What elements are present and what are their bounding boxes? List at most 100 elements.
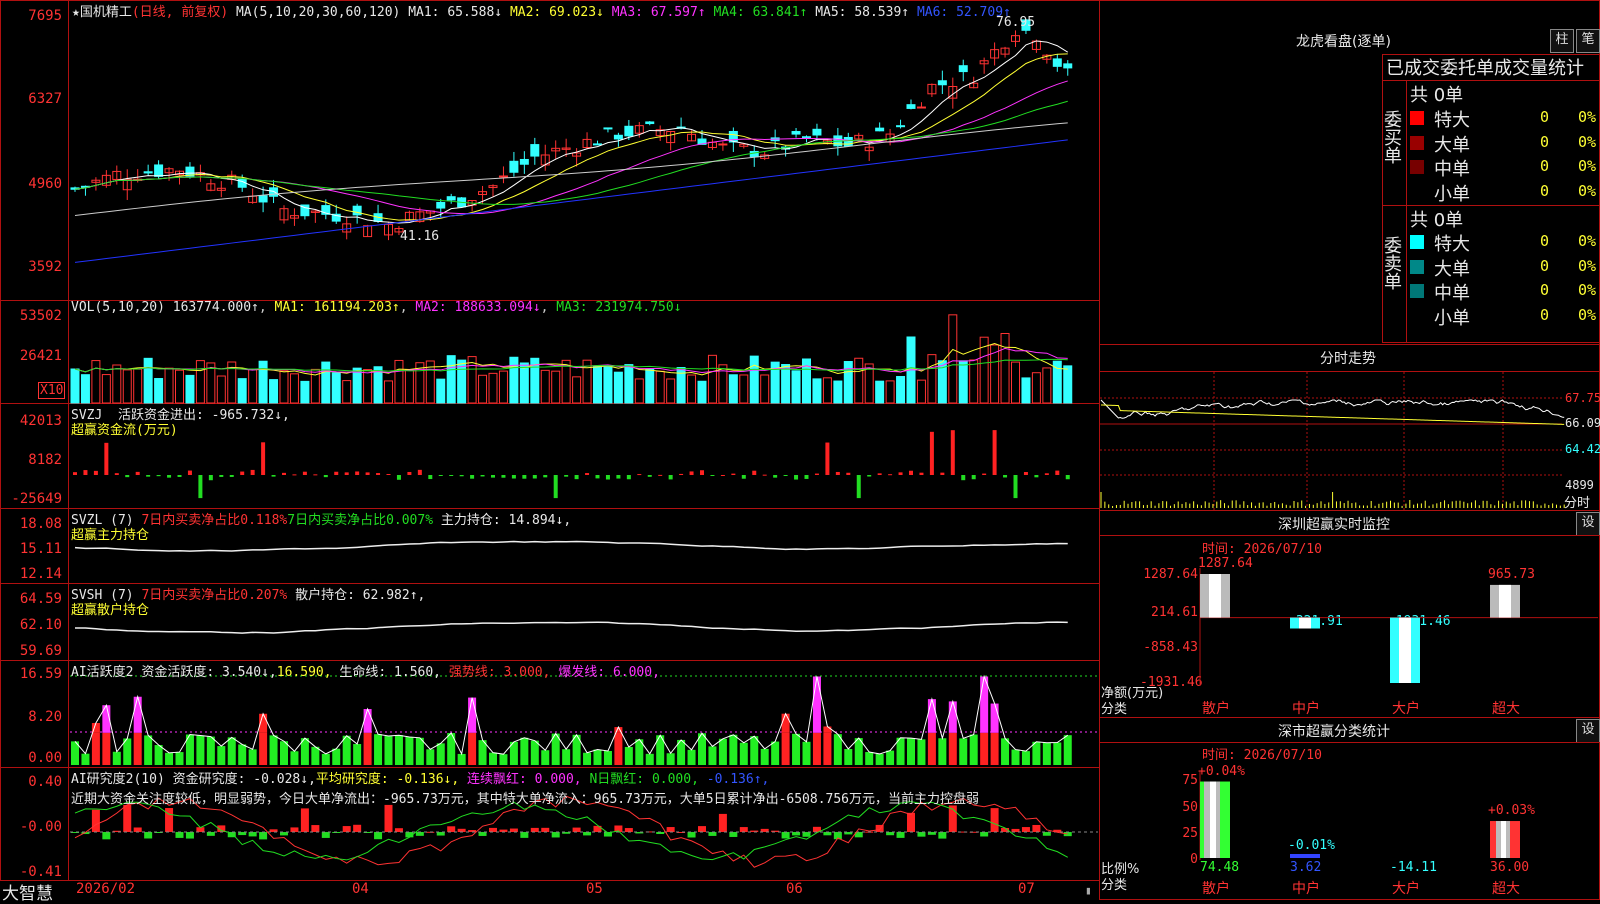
bar-mode-button[interactable]: 柱 bbox=[1550, 29, 1574, 53]
ai1-bar bbox=[196, 735, 205, 765]
volume-bar bbox=[112, 364, 122, 404]
volume-bar bbox=[394, 359, 404, 404]
sell-row-val-1: 0 bbox=[1540, 256, 1550, 275]
svzj-bar bbox=[794, 475, 799, 480]
xaxis-label-1: 2026/02 bbox=[76, 881, 136, 897]
sc-title: 深市超赢分类统计 bbox=[1278, 724, 1390, 740]
candle-body bbox=[645, 121, 655, 125]
ma-line-120 bbox=[74, 139, 1068, 263]
vol-label: VOL(5,10,20) bbox=[71, 300, 165, 315]
svzl-ytick-2: 15.11 bbox=[19, 541, 62, 557]
volume-bar bbox=[760, 374, 770, 404]
sz-cat-label-0: 散户 bbox=[1202, 701, 1230, 717]
ai2-bar bbox=[551, 832, 560, 838]
svzj-bar bbox=[135, 471, 140, 475]
svzj-bar bbox=[679, 473, 684, 475]
svsh-line bbox=[74, 621, 1068, 634]
svzj-bar bbox=[762, 474, 767, 476]
ai2-bar bbox=[447, 826, 456, 832]
ai1-t3: 生命线: 1.560, bbox=[339, 665, 442, 680]
svzj-bar bbox=[407, 471, 412, 475]
ai1-bar bbox=[718, 738, 727, 765]
volume-bar bbox=[342, 380, 352, 404]
svzj-bar bbox=[1003, 475, 1008, 478]
ai1-bar bbox=[708, 746, 717, 765]
svzj-bar bbox=[877, 473, 882, 475]
sc-top-label-3: +0.03% bbox=[1488, 803, 1535, 819]
stock-name[interactable]: 国机精工 bbox=[80, 5, 132, 20]
volume-bar bbox=[133, 368, 143, 404]
svzj-bar bbox=[522, 475, 527, 479]
svzj-bar bbox=[501, 475, 506, 478]
svzj-bar bbox=[961, 475, 966, 481]
volume-bar bbox=[248, 368, 258, 404]
svzj-bar bbox=[73, 472, 77, 475]
ai2-bar bbox=[896, 832, 905, 838]
volume-bar bbox=[603, 365, 613, 404]
ai2-bar bbox=[248, 832, 257, 837]
volume-bar bbox=[969, 359, 979, 404]
svzj-bar bbox=[626, 475, 631, 480]
svzj-ytick-1: 42013 bbox=[19, 413, 62, 429]
candle-body bbox=[843, 136, 853, 147]
ai1-t2: 16.590, bbox=[276, 665, 332, 680]
lock-icon[interactable]: ▮ bbox=[1085, 884, 1092, 897]
vol-ma3: MA3: 231974.750↓ bbox=[556, 300, 682, 315]
ai1-bar bbox=[760, 748, 769, 765]
candle-body bbox=[593, 143, 602, 146]
svzj-bar bbox=[909, 470, 913, 475]
svzj-bar bbox=[240, 471, 245, 475]
svzj-bar bbox=[177, 475, 182, 477]
sz-top-line bbox=[1099, 510, 1600, 511]
svzj-bar bbox=[282, 472, 286, 475]
buy-row-name-1: 大单 bbox=[1434, 134, 1470, 156]
volume-bar bbox=[498, 370, 508, 404]
sell-row-swatch-3 bbox=[1410, 308, 1424, 323]
sz-settings-button[interactable]: 设 bbox=[1576, 512, 1600, 536]
candle-body bbox=[812, 128, 822, 136]
sell-row-name-2: 中单 bbox=[1434, 283, 1470, 304]
ai2-bar bbox=[102, 832, 111, 840]
svzj-bar bbox=[334, 471, 339, 475]
fs-title: 分时走势 bbox=[1320, 351, 1376, 367]
volume-bar bbox=[352, 367, 362, 404]
sc-ylabel-2: 分类 bbox=[1101, 878, 1128, 893]
svzj-bar bbox=[355, 471, 360, 475]
ai1-bar bbox=[259, 732, 268, 765]
sz-value-label-3: 965.73 bbox=[1488, 566, 1535, 582]
buy-row-pct-1: 0% bbox=[1578, 132, 1597, 151]
sell-row-swatch-1 bbox=[1410, 259, 1424, 274]
sc-bottom-label-1: 3.62 bbox=[1290, 860, 1322, 875]
ai1-bar bbox=[583, 752, 592, 765]
volume-bar bbox=[833, 380, 843, 404]
fs-unit: 分时 bbox=[1564, 496, 1591, 511]
ai1-bar bbox=[457, 753, 466, 765]
svzj-bar bbox=[323, 475, 328, 478]
volume-bar bbox=[289, 373, 299, 404]
volume-bar bbox=[519, 362, 529, 404]
sell-row-val-2: 0 bbox=[1540, 281, 1550, 299]
ma1-value: MA1: 65.588↓ bbox=[408, 5, 503, 20]
ai1-ytick-3: 0.00 bbox=[28, 750, 62, 766]
ai2-bar bbox=[802, 832, 811, 837]
price-mode[interactable]: (日线, 前复权) bbox=[132, 5, 228, 20]
sell-row-pct-0: 0% bbox=[1578, 232, 1597, 250]
volume-bar bbox=[488, 372, 498, 404]
ai1-bar bbox=[144, 735, 153, 765]
brand-logo: 大智慧 bbox=[2, 884, 53, 904]
ai1-bar bbox=[206, 736, 215, 765]
volume-bar bbox=[812, 378, 822, 404]
ai1-bar bbox=[645, 753, 654, 765]
ai1-bar bbox=[436, 743, 445, 765]
sc-top-label-0: +0.04% bbox=[1198, 763, 1245, 779]
ai1-bar bbox=[865, 752, 874, 765]
ai1-bar bbox=[280, 741, 288, 765]
tick-mode-button[interactable]: 笔 bbox=[1576, 29, 1600, 53]
ai2-bar bbox=[687, 832, 696, 838]
ai2-bar bbox=[666, 827, 675, 832]
ai1-bar bbox=[729, 734, 738, 765]
sc-settings-button[interactable]: 设 bbox=[1576, 719, 1600, 743]
ai2-line-green bbox=[74, 801, 1068, 861]
svsh-t1: 7日内买卖净占比0.207% bbox=[141, 588, 288, 603]
ai2-bar bbox=[739, 827, 748, 832]
